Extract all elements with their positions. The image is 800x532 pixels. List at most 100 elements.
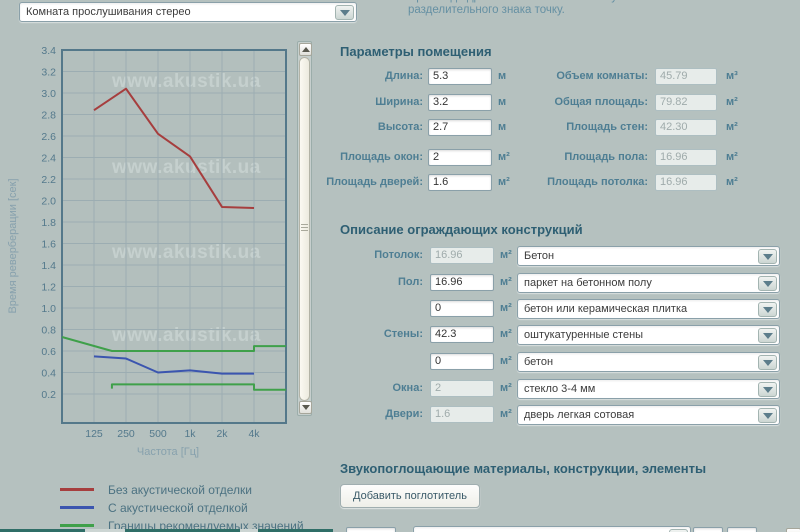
svg-text:2.0: 2.0 — [41, 196, 56, 208]
legend-line-swatch — [60, 506, 94, 509]
floor-1-area-input[interactable]: 16.96 — [430, 274, 494, 291]
chevron-down-icon[interactable] — [758, 249, 777, 264]
chevron-down-icon[interactable] — [758, 408, 777, 423]
total-area-input: 79.82 — [655, 94, 717, 111]
doors-label: Двери: — [320, 408, 423, 420]
ceiling-area-label: Площадь потолка: — [505, 176, 648, 188]
absorber-material-dropdown[interactable] — [413, 526, 691, 532]
walls-1-area-input[interactable]: 42.3 — [430, 326, 494, 343]
walls-1-material-dropdown[interactable]: оштукатуренные стены — [517, 325, 780, 345]
walls-2-material-value: бетон — [518, 353, 779, 371]
svg-text:0.6: 0.6 — [41, 346, 56, 358]
chevron-down-icon[interactable] — [758, 276, 777, 291]
svg-text:Время реверберации [сек]: Время реверберации [сек] — [7, 178, 19, 313]
add-absorber-button[interactable]: Добавить поглотитель — [340, 484, 480, 508]
height-label: Высота: — [320, 121, 423, 133]
windows-label: Окна: — [320, 382, 423, 394]
chevron-down-icon[interactable] — [335, 5, 354, 20]
svg-text:2.6: 2.6 — [41, 131, 56, 143]
legend-label: С акустической отделкой — [108, 501, 248, 515]
length-input[interactable]: 5.3 — [428, 68, 492, 85]
svg-text:3.4: 3.4 — [41, 45, 56, 57]
svg-text:2k: 2k — [216, 428, 228, 440]
ceiling-area-input: 16.96 — [430, 247, 494, 264]
room-volume-unit: м³ — [726, 70, 738, 82]
chart-panel-scrollbar[interactable] — [297, 41, 312, 416]
chevron-down-icon[interactable] — [758, 355, 777, 370]
doors-area-input[interactable]: 1.6 — [428, 174, 492, 191]
walls-area-label: Площадь стен: — [505, 121, 648, 133]
walls-2-unit: м² — [500, 355, 512, 367]
legend-line-swatch — [60, 488, 94, 491]
svg-text:125: 125 — [85, 428, 103, 440]
absorber-area-input[interactable] — [346, 527, 396, 532]
walls-1-material-value: оштукатуренные стены — [518, 326, 779, 344]
reverberation-time-chart: www.akustik.ua www.akustik.ua www.akustik.… — [0, 40, 330, 532]
floor-area-label: Площадь пола: — [505, 151, 648, 163]
height-input[interactable]: 2.7 — [428, 119, 492, 136]
svg-text:1.2: 1.2 — [41, 282, 56, 294]
ceiling-area-input: 16.96 — [655, 174, 717, 191]
room-preset-value: Комната прослушивания стерео — [20, 3, 356, 21]
floor-2-material-value: бетон или керамическая плитка — [518, 300, 779, 318]
doors-area-input: 1.6 — [430, 406, 494, 423]
svg-text:www.akustik.ua: www.akustik.ua — [111, 71, 261, 92]
scroll-corner-button[interactable] — [786, 528, 800, 532]
svg-text:3.0: 3.0 — [41, 88, 56, 100]
svg-text:500: 500 — [149, 428, 167, 440]
constructions-heading: Описание ограждающих конструкций — [340, 222, 583, 237]
ceiling-material-value: Бетон — [518, 247, 779, 265]
floor-2-unit: м² — [500, 302, 512, 314]
doors-area-label: Площадь дверей: — [320, 176, 423, 188]
svg-text:0.8: 0.8 — [41, 325, 56, 337]
chevron-down-icon[interactable] — [758, 328, 777, 343]
windows-unit: м² — [500, 382, 512, 394]
floor-area-input: 16.96 — [655, 149, 717, 166]
windows-area-input[interactable]: 2 — [428, 149, 492, 166]
legend-line-swatch — [60, 524, 94, 527]
scroll-up-icon[interactable] — [299, 43, 312, 56]
room-params-heading: Параметры помещения — [340, 44, 492, 59]
walls-2-material-dropdown[interactable]: бетон — [517, 352, 780, 372]
room-preset-dropdown[interactable]: Комната прослушивания стерео — [19, 2, 357, 22]
windows-material-dropdown[interactable]: стекло 3-4 мм — [517, 379, 780, 399]
absorbers-heading: Звукопоглощающие материалы, конструкции,… — [340, 461, 706, 476]
floor-1-material-dropdown[interactable]: паркет на бетонном полу — [517, 273, 780, 293]
svg-text:1.0: 1.0 — [41, 303, 56, 315]
svg-text:1.4: 1.4 — [41, 260, 56, 272]
floor-2-area-input[interactable]: 0 — [430, 300, 494, 317]
scroll-down-icon[interactable] — [299, 401, 312, 414]
scrollbar-thumb[interactable] — [299, 57, 310, 401]
absorber-qty-input[interactable] — [693, 527, 723, 532]
svg-text:1.8: 1.8 — [41, 217, 56, 229]
svg-text:www.akustik.ua: www.akustik.ua — [111, 242, 261, 263]
walls-1-unit: м² — [500, 328, 512, 340]
svg-text:Частота [Гц]: Частота [Гц] — [137, 446, 199, 458]
room-volume-label: Объем комнаты: — [505, 70, 648, 82]
acoustic-calculator-page: Комната прослушивания стерео При вводе д… — [0, 0, 800, 532]
absorber-extra-input[interactable] — [727, 527, 757, 532]
floor-1-label: Пол: — [320, 276, 423, 288]
svg-text:250: 250 — [117, 428, 135, 440]
chevron-down-icon[interactable] — [758, 382, 777, 397]
walls-area-input: 42.30 — [655, 119, 717, 136]
doors-unit: м² — [500, 408, 512, 420]
svg-text:www.akustik.ua: www.akustik.ua — [111, 157, 261, 178]
svg-text:1k: 1k — [184, 428, 196, 440]
walls-2-area-input[interactable]: 0 — [430, 353, 494, 370]
doors-material-dropdown[interactable]: дверь легкая сотовая — [517, 405, 780, 425]
ceiling-area-unit: м² — [726, 176, 738, 188]
svg-text:0.4: 0.4 — [41, 368, 56, 380]
ceiling-material-dropdown[interactable]: Бетон — [517, 246, 780, 266]
width-label: Ширина: — [320, 96, 423, 108]
ceiling-unit: м² — [500, 249, 512, 261]
chevron-down-icon[interactable] — [758, 302, 777, 317]
svg-text:4k: 4k — [248, 428, 260, 440]
walls-1-label: Стены: — [320, 328, 423, 340]
width-input[interactable]: 3.2 — [428, 94, 492, 111]
note-line: разделительного знака точку. — [408, 4, 768, 17]
room-volume-input: 45.79 — [655, 68, 717, 85]
walls-area-unit: м² — [726, 121, 738, 133]
floor-2-material-dropdown[interactable]: бетон или керамическая плитка — [517, 299, 780, 319]
svg-text:www.akustik.ua: www.akustik.ua — [111, 325, 261, 346]
